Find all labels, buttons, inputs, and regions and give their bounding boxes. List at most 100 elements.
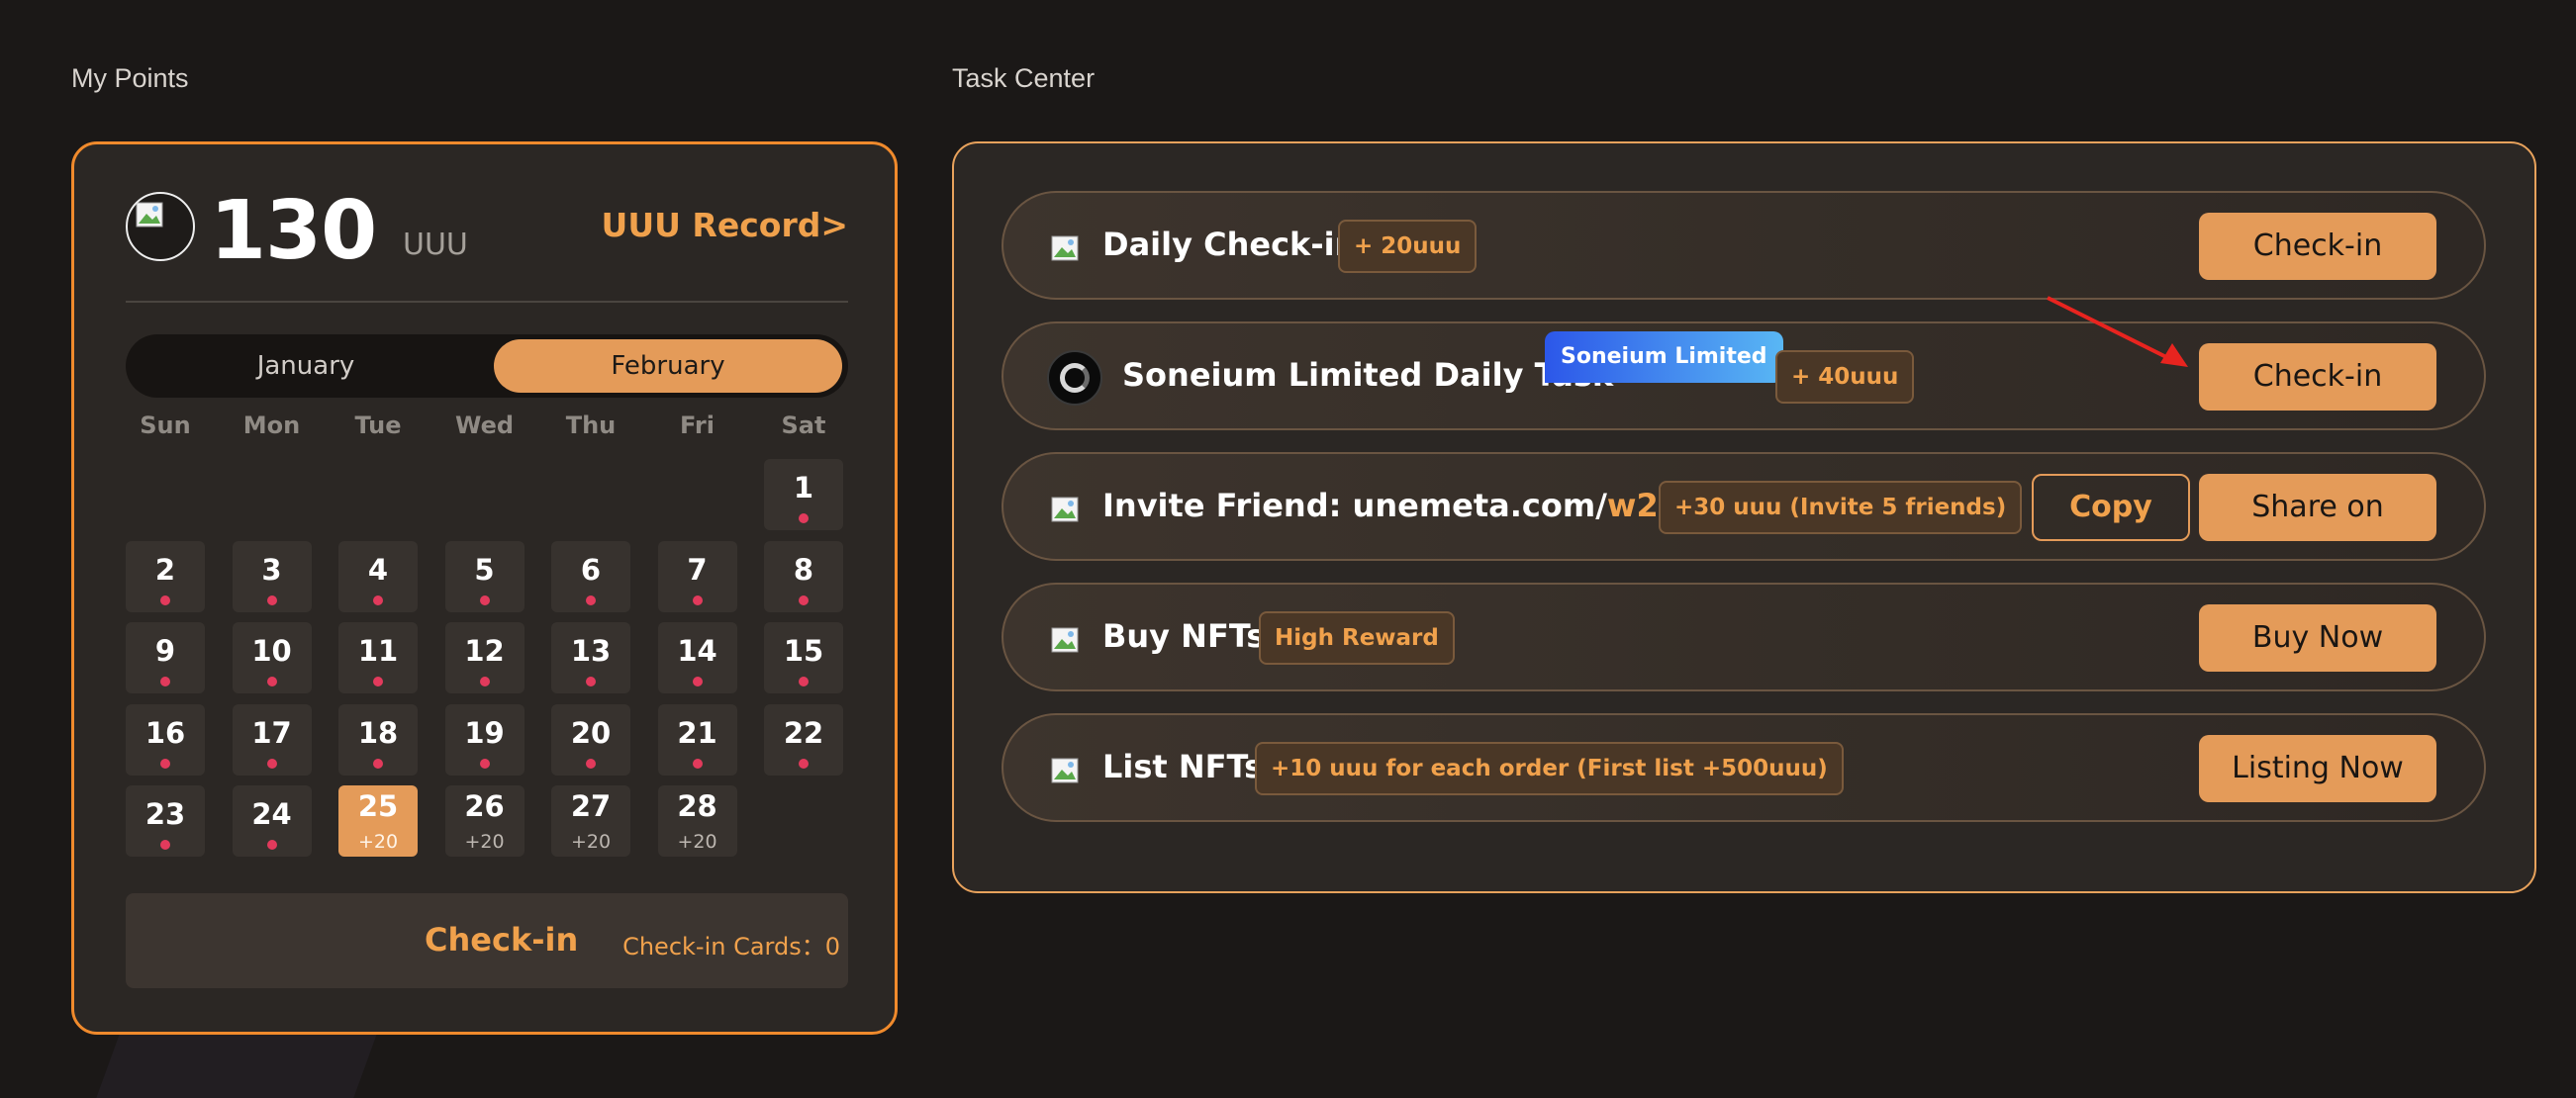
day-number: 21 [677, 715, 717, 750]
checkin-button[interactable]: Check-in [2199, 213, 2436, 280]
task-title: Invite Friend: unemeta.com/w2cu83 [1102, 487, 1744, 524]
checked-dot-icon [799, 595, 809, 605]
checked-dot-icon [160, 758, 170, 769]
task-row-buy-nfts: Buy NFTs High Reward Buy Now [1002, 583, 2486, 691]
red-arrow-icon [2047, 296, 2188, 367]
broken-image-icon [1051, 234, 1079, 262]
calendar-day: 21 [657, 703, 737, 776]
day-bonus: +20 [357, 831, 399, 853]
calendar-day: 14 [657, 622, 737, 693]
calendar-day: 18 [338, 703, 418, 776]
checked-dot-icon [373, 758, 383, 769]
soneium-limited-tag: Soneium Limited [1545, 331, 1783, 383]
checked-dot-icon [799, 513, 809, 523]
calendar-day: 19 [444, 703, 525, 776]
points-card: 130 UUU UUU Record> January February Sun… [71, 141, 898, 1035]
day-number: 26 [464, 789, 505, 823]
weekday-header: Sun Mon Tue Wed Thu Fri Sat [126, 412, 874, 451]
reward-badge: + 40uuu [1775, 350, 1915, 404]
checkin-button[interactable]: Check-in [425, 921, 578, 959]
day-number: 6 [580, 552, 602, 587]
listing-now-button[interactable]: Listing Now [2199, 735, 2436, 802]
calendar-day: 3 [232, 540, 312, 612]
day-number: 14 [677, 634, 717, 668]
checked-dot-icon [373, 595, 383, 605]
weekday-label: Tue [354, 412, 402, 439]
calendar-day: 23 [126, 785, 205, 857]
reward-badge: +10 uuu for each order (First list +500u… [1255, 742, 1844, 795]
broken-image-icon [1051, 626, 1079, 654]
avatar [126, 192, 195, 261]
checked-dot-icon [692, 595, 703, 605]
task-title: Soneium Limited Daily Task [1122, 356, 1614, 394]
checked-dot-icon [266, 758, 277, 769]
day-number: 8 [793, 552, 814, 587]
calendar-day: 7 [657, 540, 737, 612]
copy-button[interactable]: Copy [2032, 474, 2190, 541]
calendar-day: 5 [444, 540, 525, 612]
task-row-soneium: Soneium Limited Daily Task Soneium Limit… [1002, 321, 2486, 430]
day-number: 24 [251, 797, 292, 831]
calendar-day: 11 [338, 622, 418, 693]
checked-dot-icon [160, 840, 170, 850]
calendar-day-today[interactable]: 25 +20 [338, 785, 418, 857]
day-number: 27 [570, 789, 612, 823]
day-bonus: +20 [677, 831, 717, 853]
buy-now-button[interactable]: Buy Now [2199, 604, 2436, 672]
share-button[interactable]: Share on [2199, 474, 2436, 541]
my-points-title: My Points [71, 63, 189, 93]
calendar-day: 24 [232, 785, 312, 857]
day-number: 1 [793, 471, 814, 504]
day-number: 5 [474, 552, 495, 587]
calendar-day: 9 [126, 622, 205, 693]
checked-dot-icon [692, 677, 703, 686]
checked-dot-icon [266, 840, 277, 850]
checked-dot-icon [586, 758, 596, 769]
month-tab-february[interactable]: February [494, 339, 842, 393]
day-number: 25 [357, 789, 399, 823]
checked-dot-icon [266, 677, 277, 686]
weekday-label: Thu [565, 412, 617, 439]
calendar-day: 22 [764, 703, 843, 776]
day-number: 20 [570, 715, 612, 750]
day-number: 11 [357, 634, 399, 668]
uuu-record-link[interactable]: UUU Record> [602, 206, 848, 244]
month-tab-january[interactable]: January [132, 339, 480, 393]
checked-dot-icon [160, 677, 170, 686]
points-header: 130 UUU UUU Record> [126, 184, 848, 301]
month-toggle: January February [126, 334, 848, 398]
checked-dot-icon [799, 677, 809, 686]
broken-image-icon [136, 202, 163, 228]
day-bonus: +20 [570, 831, 612, 853]
day-number: 23 [144, 797, 186, 831]
calendar-day: 26 +20 [444, 785, 525, 857]
task-center-title: Task Center [952, 63, 1096, 93]
calendar-day: 8 [764, 540, 843, 612]
checkin-button[interactable]: Check-in [2199, 343, 2436, 411]
day-number: 15 [783, 634, 824, 668]
calendar-day: 12 [444, 622, 525, 693]
day-number: 9 [154, 634, 176, 668]
day-number: 28 [677, 789, 717, 823]
day-number: 7 [687, 552, 708, 587]
checked-dot-icon [799, 758, 809, 769]
task-row-daily-checkin: Daily Check-in + 20uuu Check-in [1002, 191, 2486, 300]
reward-badge: +30 uuu (Invite 5 friends) [1659, 481, 2023, 534]
calendar-day: 2 [126, 540, 205, 612]
day-bonus: +20 [464, 831, 505, 853]
weekday-label: Fri [680, 412, 715, 439]
checked-dot-icon [479, 595, 490, 605]
weekday-label: Sat [781, 412, 826, 439]
day-number: 2 [154, 552, 176, 587]
checked-dot-icon [479, 758, 490, 769]
points-unit: UUU [403, 228, 468, 262]
reward-badge: High Reward [1259, 611, 1455, 665]
checked-dot-icon [479, 677, 490, 686]
divider [126, 301, 848, 303]
calendar-day: 15 [764, 622, 843, 693]
task-title: List NFTs [1102, 748, 1264, 785]
day-number: 12 [464, 634, 505, 668]
checked-dot-icon [160, 595, 170, 605]
checked-dot-icon [586, 595, 596, 605]
checkin-bar: Check-in Check-in Cards：0 [126, 893, 848, 988]
